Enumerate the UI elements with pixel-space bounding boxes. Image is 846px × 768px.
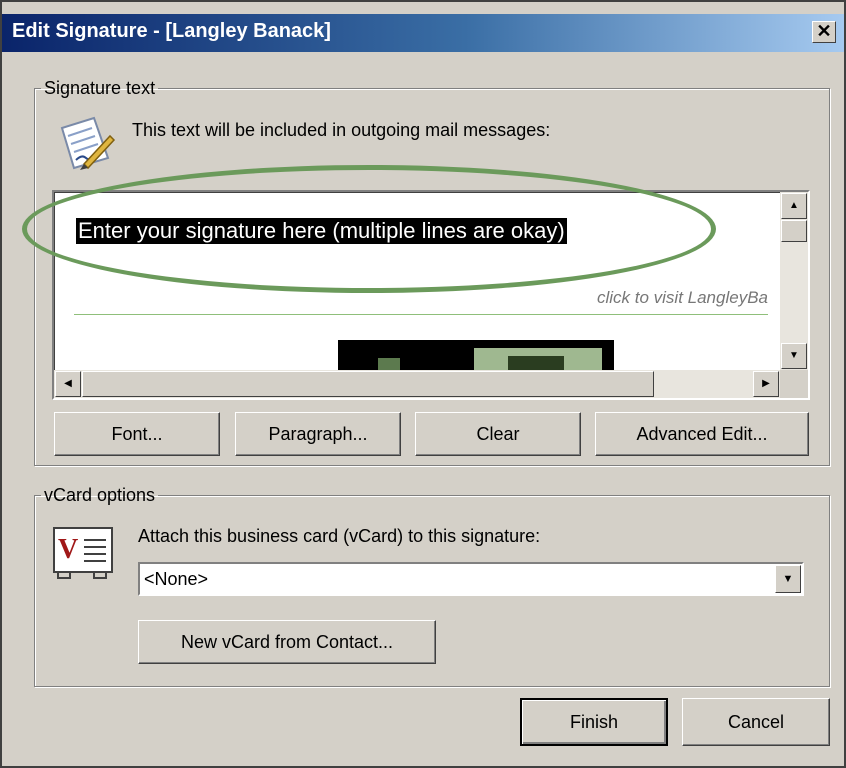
finish-button[interactable]: Finish (520, 698, 668, 746)
signature-editor[interactable]: Enter your signature here (multiple line… (52, 190, 810, 400)
scroll-right-button[interactable]: ▶ (753, 371, 779, 397)
scrollbar-corner (780, 370, 808, 398)
svg-text:V: V (58, 534, 78, 565)
arrow-right-icon: ▶ (762, 378, 770, 389)
horizontal-scrollbar[interactable]: ◀ ▶ (54, 370, 780, 398)
horizontal-rule (74, 314, 768, 315)
selected-signature-text[interactable]: Enter your signature here (multiple line… (76, 218, 567, 244)
font-button[interactable]: Font... (54, 412, 220, 456)
close-button[interactable]: ✕ (812, 21, 836, 43)
window-title: Edit Signature - [Langley Banack] (12, 20, 331, 42)
signature-pen-icon (60, 116, 116, 170)
vertical-scroll-thumb[interactable] (781, 220, 807, 242)
new-vcard-from-contact-button[interactable]: New vCard from Contact... (138, 620, 436, 664)
signature-text-legend: Signature text (44, 78, 156, 98)
edit-signature-dialog: Edit Signature - [Langley Banack] ✕ Sign… (0, 0, 846, 768)
vcard-select[interactable]: <None> ▼ (138, 562, 804, 596)
arrow-left-icon: ◀ (64, 378, 72, 389)
clear-button[interactable]: Clear (415, 412, 581, 456)
title-bar[interactable]: Edit Signature - [Langley Banack] ✕ (2, 14, 844, 52)
vcard-select-value: <None> (144, 569, 209, 589)
signature-description: This text will be included in outgoing m… (132, 120, 551, 140)
advanced-edit-button[interactable]: Advanced Edit... (595, 412, 809, 456)
scroll-left-button[interactable]: ◀ (55, 371, 81, 397)
visit-link-text[interactable]: click to visit LangleyBa (597, 288, 768, 308)
cancel-button[interactable]: Cancel (682, 698, 830, 746)
chevron-down-icon: ▼ (782, 573, 794, 585)
paragraph-button[interactable]: Paragraph... (235, 412, 401, 456)
arrow-up-icon: ▲ (789, 200, 799, 211)
dropdown-button[interactable]: ▼ (775, 565, 801, 593)
scroll-down-button[interactable]: ▼ (781, 343, 807, 369)
scroll-up-button[interactable]: ▲ (781, 193, 807, 219)
vcard-description: Attach this business card (vCard) to thi… (138, 526, 541, 546)
vcard-icon: V (53, 527, 113, 579)
arrow-down-icon: ▼ (789, 350, 799, 361)
vertical-scrollbar[interactable]: ▲ ▼ (780, 192, 808, 370)
close-icon: ✕ (816, 21, 832, 41)
horizontal-scroll-thumb[interactable] (82, 371, 654, 397)
vcard-options-legend: vCard options (44, 485, 156, 505)
